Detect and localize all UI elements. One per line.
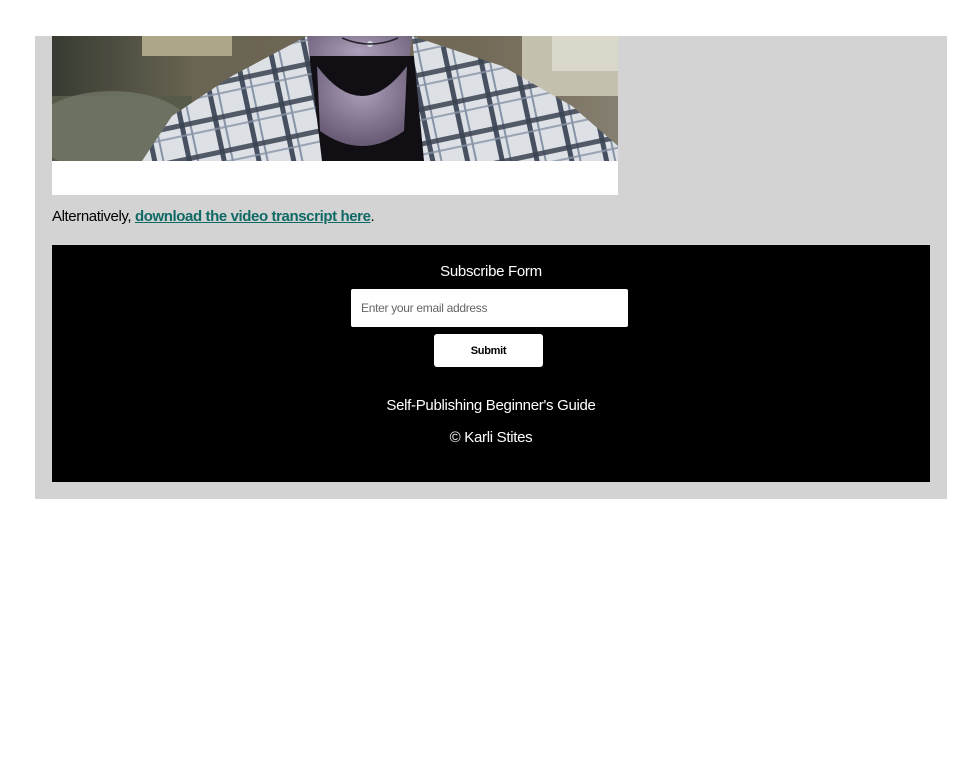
transcript-suffix: . xyxy=(370,208,375,225)
video-thumbnail[interactable] xyxy=(52,36,618,161)
transcript-prefix: Alternatively, xyxy=(52,208,135,225)
submit-button[interactable]: Submit xyxy=(434,334,543,367)
site-name: Self-Publishing Beginner's Guide xyxy=(386,397,596,414)
email-input[interactable] xyxy=(351,289,628,327)
video-player[interactable] xyxy=(52,36,618,195)
subscribe-form-title: Subscribe Form xyxy=(440,263,542,280)
download-transcript-link[interactable]: download the video transcript here xyxy=(135,208,371,225)
content-area: Alternatively, download the video transc… xyxy=(35,36,947,499)
transcript-text: Alternatively, download the video transc… xyxy=(52,208,375,225)
footer: Subscribe Form Submit Self-Publishing Be… xyxy=(52,245,930,482)
copyright-text: © Karli Stites xyxy=(449,429,533,446)
